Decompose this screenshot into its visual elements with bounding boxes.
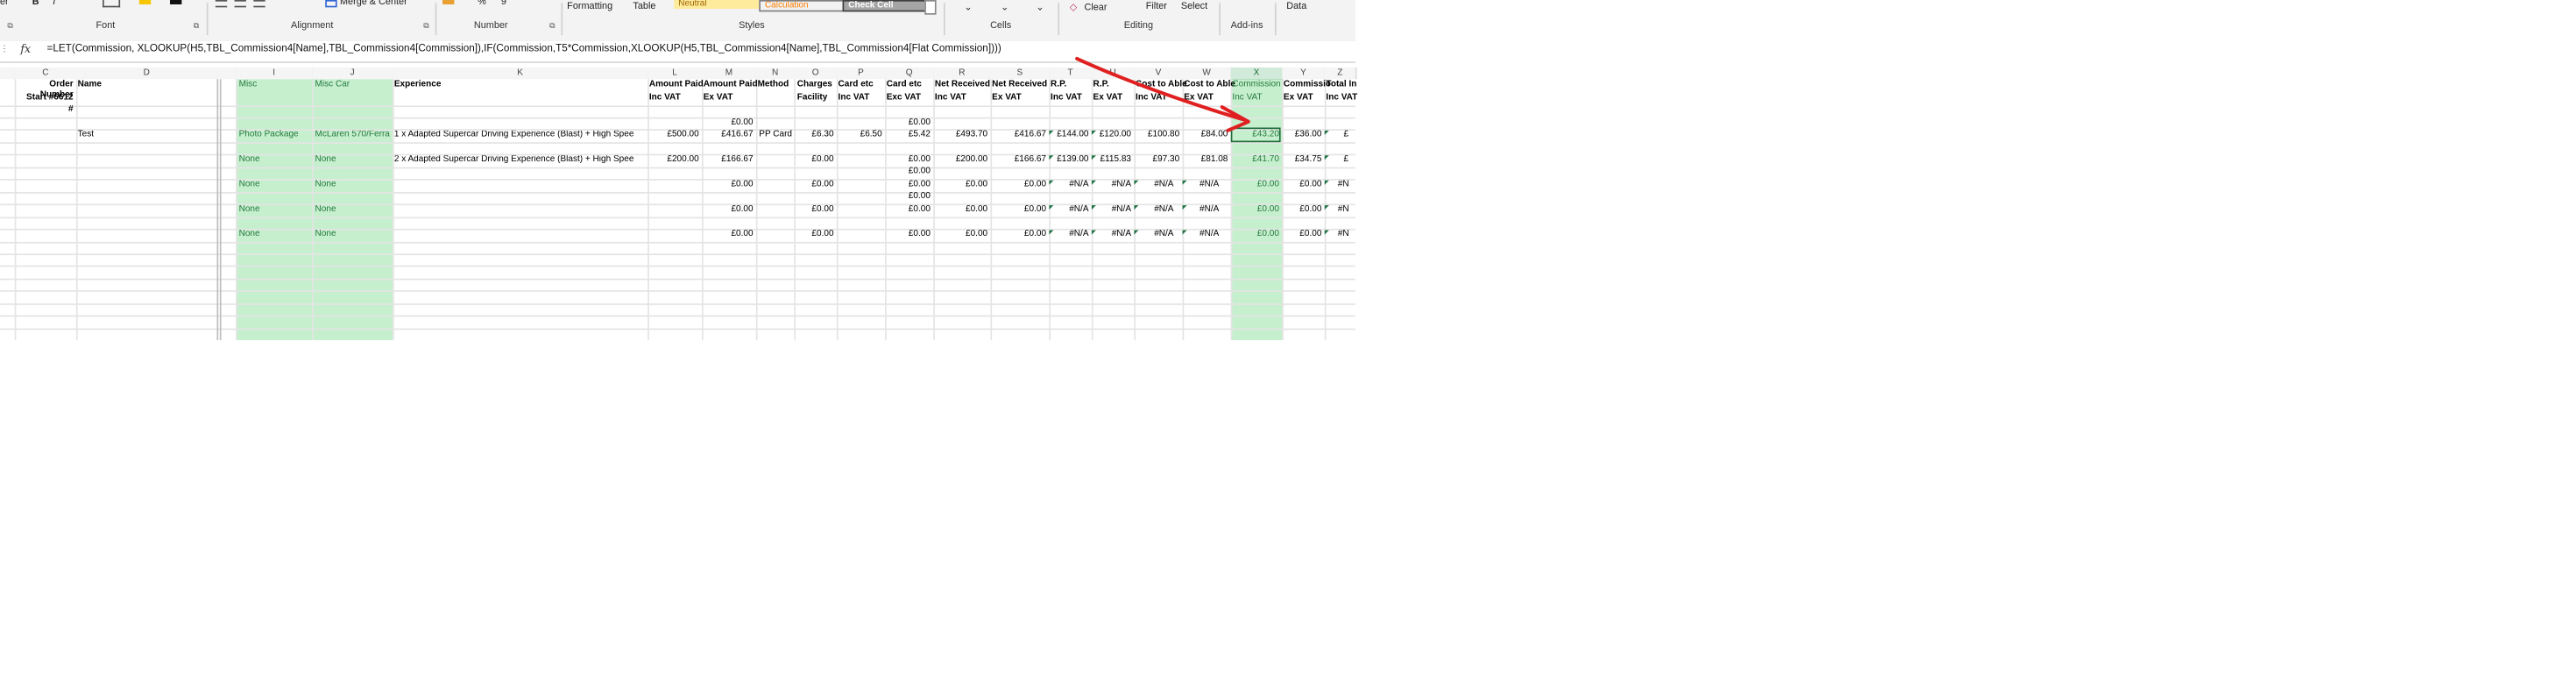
excel-window: er B I Merge & Center % 9 Formatting Tab… <box>0 0 2576 674</box>
annotation-arrow <box>1075 56 1250 132</box>
arrow-shaft <box>1075 56 1248 123</box>
